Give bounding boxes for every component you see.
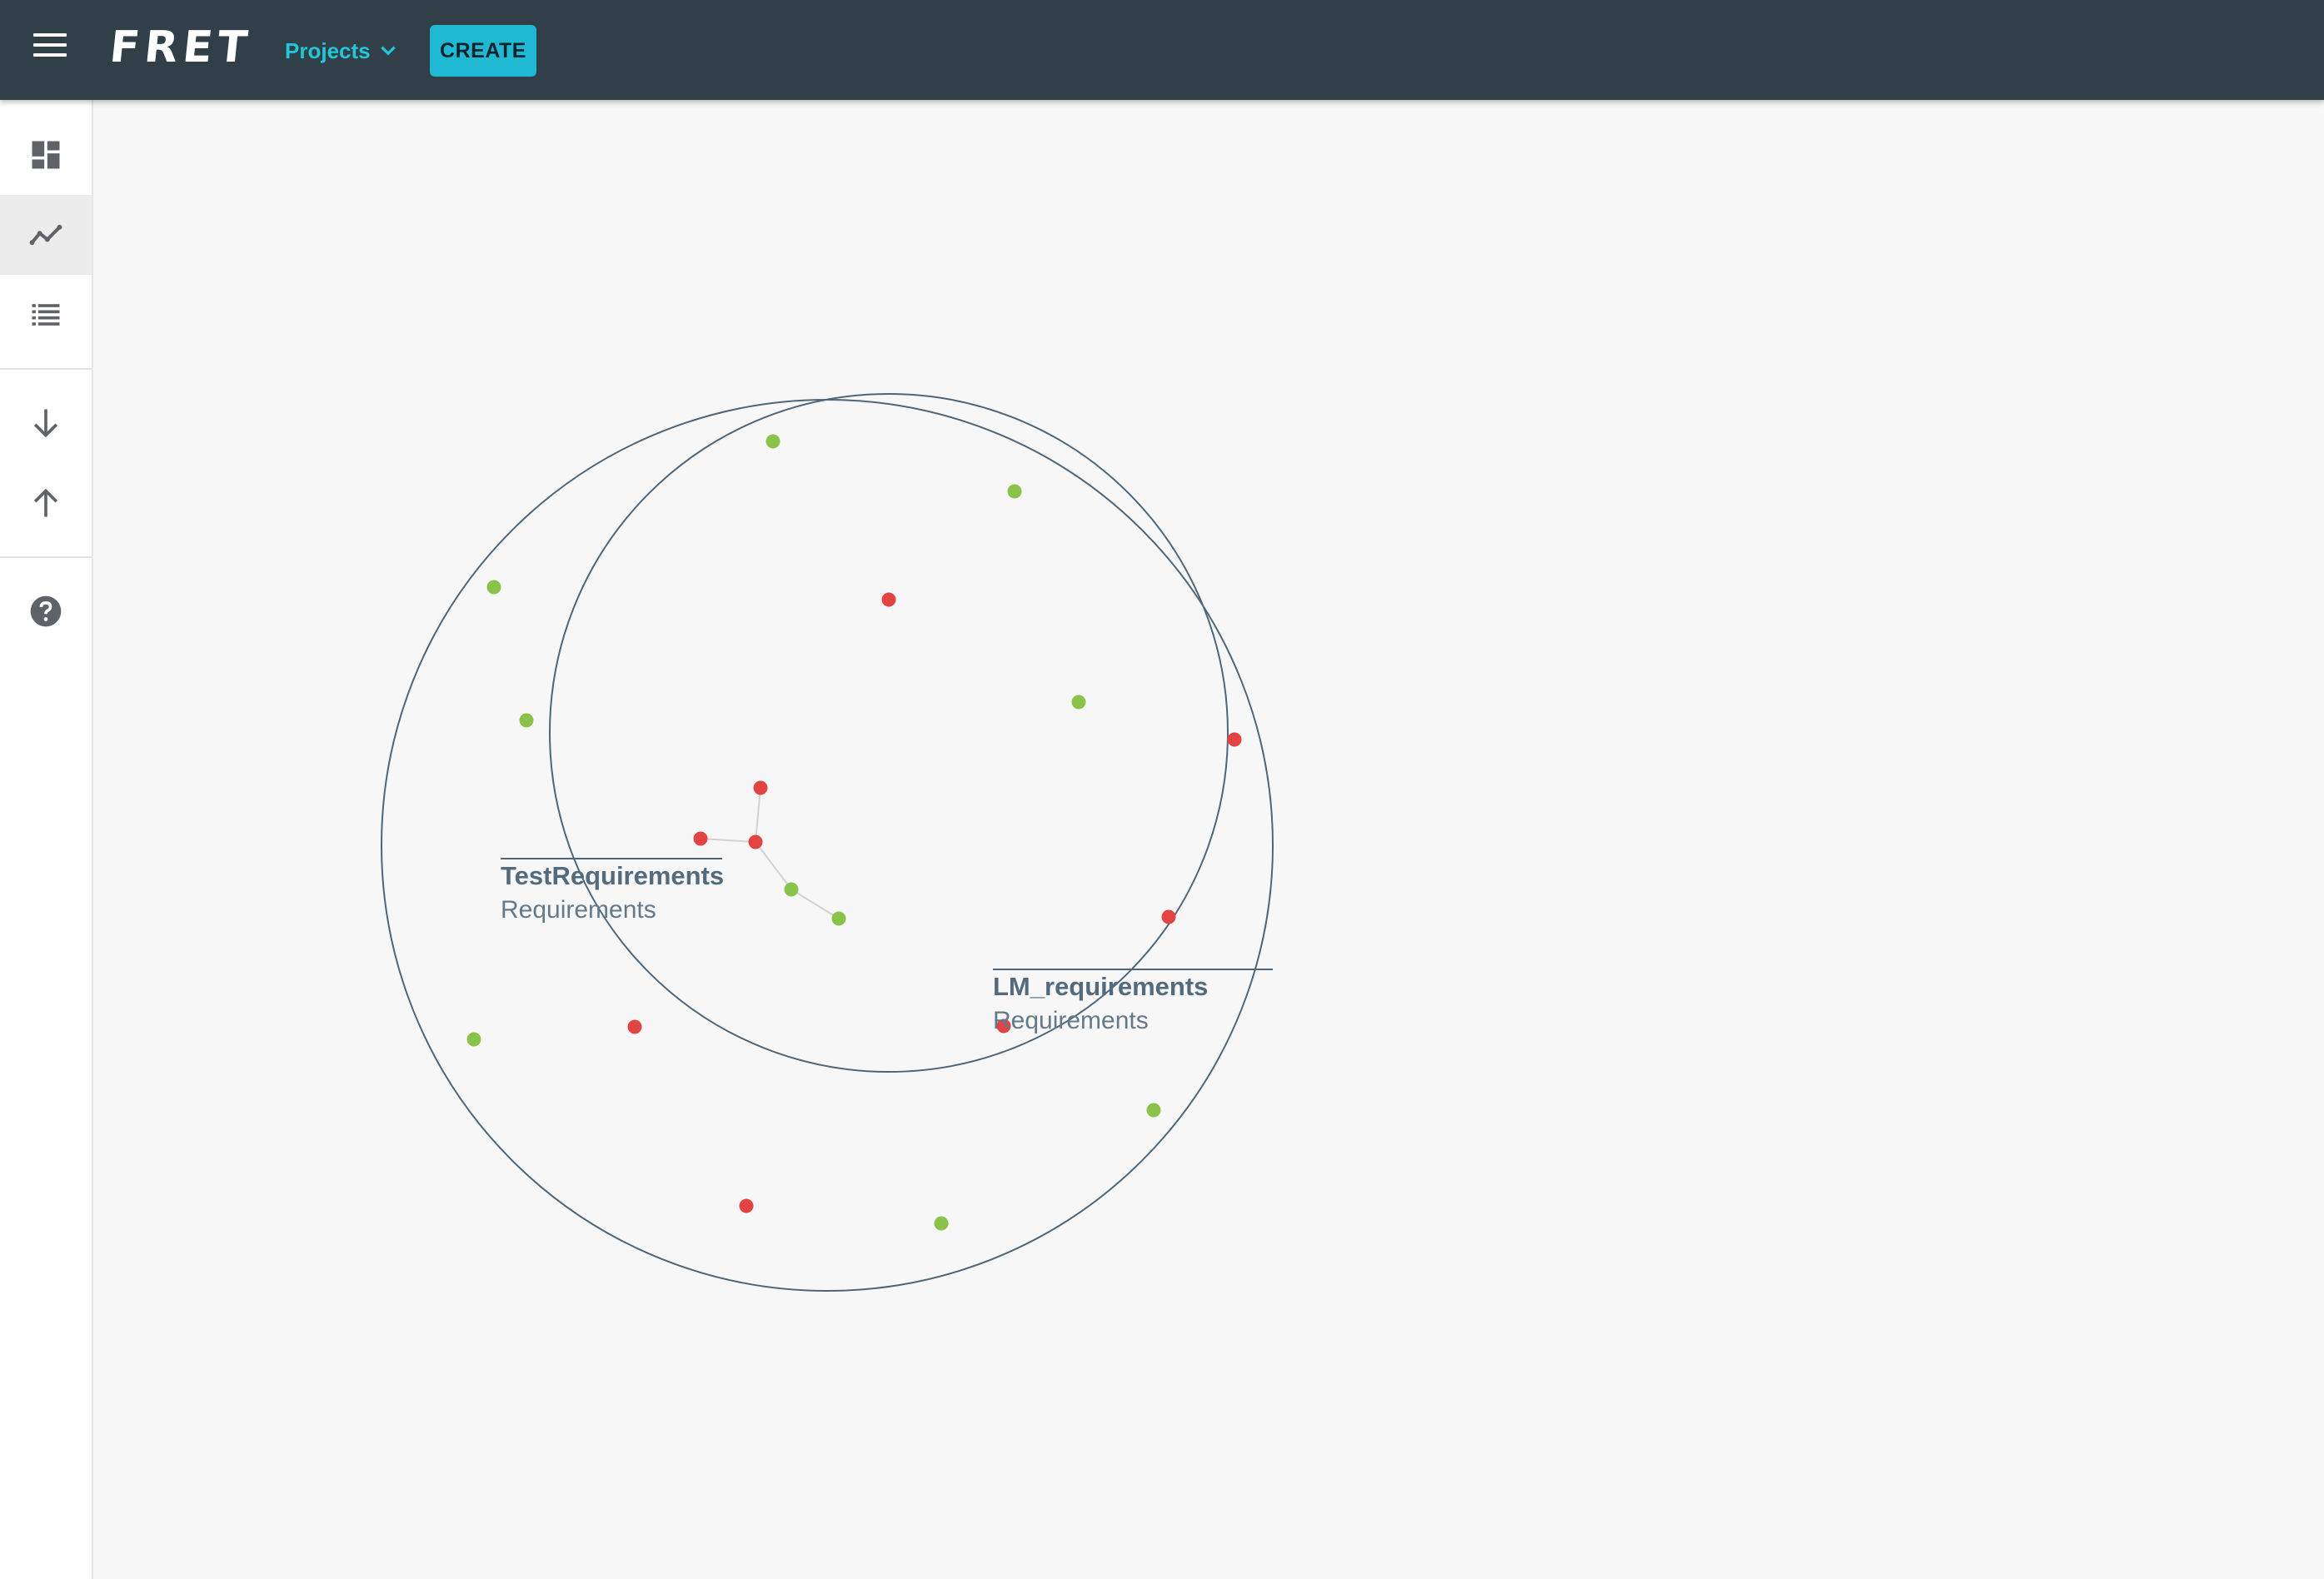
requirement-node[interactable]: [1146, 1103, 1161, 1118]
nav-export[interactable]: [0, 463, 92, 543]
link-line: [700, 838, 756, 843]
link-line: [755, 787, 761, 843]
hamburger-menu-icon[interactable]: [33, 33, 67, 62]
requirement-links: [700, 787, 840, 919]
nav-requirements-list[interactable]: [0, 275, 92, 355]
help-icon: [30, 595, 62, 627]
export-arrow-up-icon: [33, 488, 58, 517]
requirement-node[interactable]: [519, 713, 534, 728]
analysis-chart-icon: [29, 224, 62, 246]
chevron-down-icon: [380, 46, 396, 56]
list-icon: [32, 304, 60, 326]
projects-label: Projects: [285, 37, 371, 63]
cluster-label-lm-requirements[interactable]: LM_requirements Requirements: [993, 969, 1273, 1034]
requirement-node[interactable]: [1007, 484, 1022, 499]
requirement-node[interactable]: [766, 434, 780, 449]
requirement-node[interactable]: [693, 831, 708, 846]
requirement-node[interactable]: [784, 882, 799, 897]
nav-analysis[interactable]: [0, 195, 92, 275]
requirement-node[interactable]: [627, 1019, 642, 1034]
analysis-canvas: TestRequirements Requirements LM_require…: [93, 100, 2324, 1579]
requirement-node[interactable]: [748, 834, 763, 849]
nav-import[interactable]: [0, 383, 92, 463]
requirement-nodes: [466, 434, 1242, 1231]
nav-help[interactable]: [0, 571, 92, 651]
requirement-node[interactable]: [739, 1198, 754, 1213]
link-line: [755, 841, 792, 890]
projects-dropdown[interactable]: Projects: [275, 30, 409, 72]
requirement-node[interactable]: [1227, 732, 1242, 747]
requirement-node[interactable]: [881, 592, 896, 607]
cluster-subtitle: Requirements: [993, 1007, 1149, 1034]
cluster-circle-testrequirements[interactable]: [381, 399, 1274, 1292]
app-bar: FRET Projects CREATE: [0, 0, 2324, 100]
requirement-node[interactable]: [831, 911, 846, 926]
cluster-title: LM_requirements: [993, 972, 1208, 1001]
requirement-node[interactable]: [486, 580, 501, 595]
requirement-node[interactable]: [466, 1032, 481, 1047]
requirement-node[interactable]: [753, 780, 768, 795]
cluster-subtitle: Requirements: [501, 896, 656, 924]
import-arrow-down-icon: [33, 409, 58, 438]
side-navigation: [0, 100, 93, 1579]
nav-divider: [0, 556, 92, 558]
cluster-title: TestRequirements: [501, 861, 724, 890]
dashboard-icon: [32, 141, 60, 169]
nav-divider: [0, 368, 92, 370]
cluster-label-testrequirements[interactable]: TestRequirements Requirements: [501, 858, 724, 924]
requirement-node[interactable]: [934, 1216, 949, 1231]
app-logo: FRET: [107, 22, 255, 72]
requirement-node[interactable]: [1161, 909, 1176, 924]
cluster-visualization: TestRequirements Requirements LM_require…: [381, 393, 1274, 1292]
link-line: [790, 889, 840, 919]
create-button[interactable]: CREATE: [430, 25, 536, 77]
requirement-node[interactable]: [1071, 695, 1086, 710]
nav-dashboard[interactable]: [0, 115, 92, 195]
